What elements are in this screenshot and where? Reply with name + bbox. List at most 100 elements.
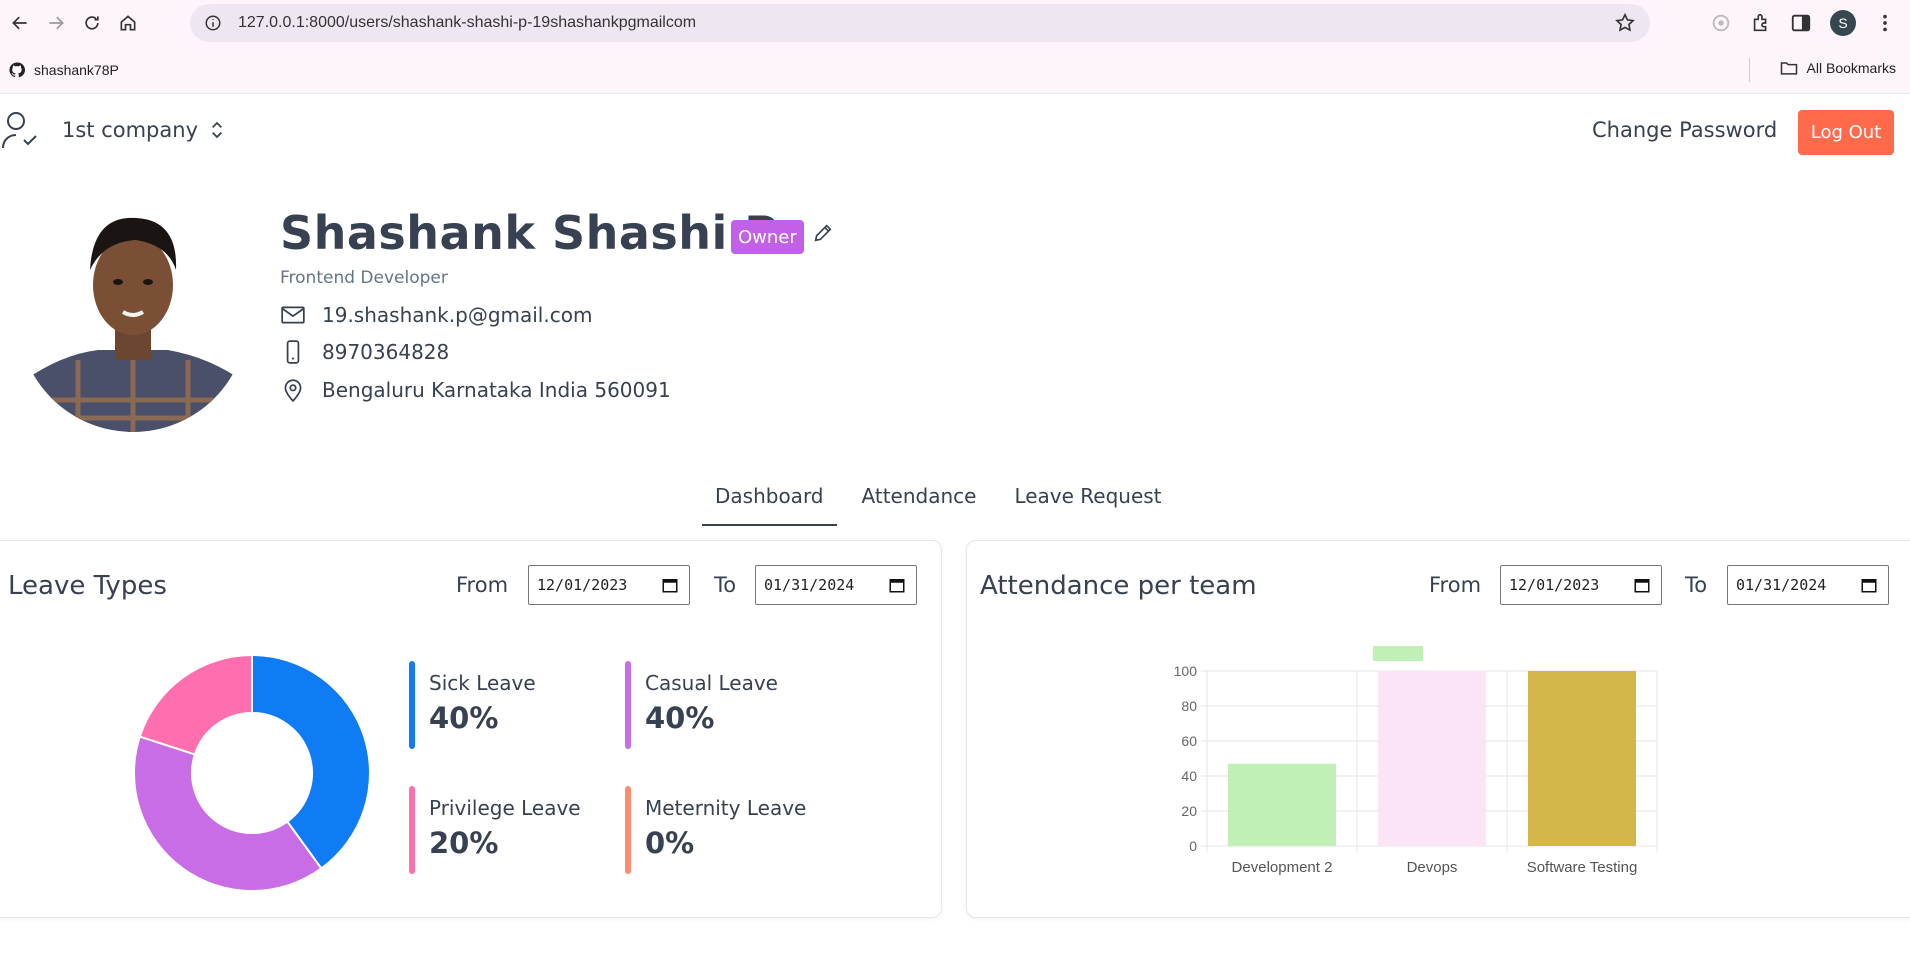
menu-kebab-icon[interactable] xyxy=(1874,12,1896,34)
leave-donut-chart xyxy=(133,653,371,892)
to-date-input[interactable]: 01/31/2024 xyxy=(755,565,917,605)
to-label: To xyxy=(1685,573,1708,597)
donut-slice-casual-leave[interactable] xyxy=(133,735,323,892)
company-selector[interactable]: 1st company xyxy=(62,118,224,142)
legend-item-casual: Casual Leave 40% xyxy=(625,661,825,751)
tab-attendance[interactable]: Attendance xyxy=(849,484,990,526)
calendar-icon[interactable] xyxy=(1633,576,1651,594)
card-title: Leave Types xyxy=(8,571,167,601)
to-date-input[interactable]: 01/31/2024 xyxy=(1727,565,1889,605)
profile-name: Shashank Shashi P xyxy=(280,206,779,260)
phone-text: 8970364828 xyxy=(322,340,450,364)
address-bar[interactable]: 127.0.0.1:8000/users/shashank-shashi-p-1… xyxy=(190,4,1650,42)
folder-icon xyxy=(1780,62,1797,75)
bar-devops[interactable] xyxy=(1378,671,1486,846)
legend-swatch[interactable] xyxy=(1373,646,1423,661)
role-badge: Owner xyxy=(731,220,804,254)
url-text[interactable]: 127.0.0.1:8000/users/shashank-shashi-p-1… xyxy=(238,14,696,32)
side-panel-icon[interactable] xyxy=(1790,12,1812,34)
tab-dashboard[interactable]: Dashboard xyxy=(702,484,837,526)
chrome-actions: S xyxy=(1710,0,1910,46)
card-title: Attendance per team xyxy=(980,571,1257,601)
reload-icon[interactable] xyxy=(78,9,106,37)
location-row: Bengaluru Karnataka India 560091 xyxy=(280,377,671,403)
legend-percent: 40% xyxy=(645,701,715,735)
legend-item-maternity: Meternity Leave 0% xyxy=(625,786,825,876)
bookmark-label: shashank78P xyxy=(34,61,119,78)
avatar xyxy=(18,190,248,432)
donut-slice-privilege-leave[interactable] xyxy=(138,653,253,756)
legend-item-privilege: Privilege Leave 20% xyxy=(409,786,609,876)
location-text: Bengaluru Karnataka India 560091 xyxy=(322,378,671,402)
y-tick-label: 60 xyxy=(1181,733,1197,749)
legend-item-sick: Sick Leave 40% xyxy=(409,661,609,751)
legend-name: Casual Leave xyxy=(645,671,778,695)
legend-percent: 20% xyxy=(429,826,499,860)
phone-icon xyxy=(286,340,300,364)
from-label: From xyxy=(1429,573,1482,597)
x-tick-label: Devops xyxy=(1407,859,1458,876)
legend-percent: 40% xyxy=(429,701,499,735)
attendance-card: Attendance per team From 12/01/2023 To 0… xyxy=(966,540,1910,918)
site-info-icon[interactable] xyxy=(204,14,222,32)
to-date-value: 01/31/2024 xyxy=(764,576,855,594)
from-date-input[interactable]: 12/01/2023 xyxy=(1500,565,1662,605)
all-bookmarks[interactable]: All Bookmarks xyxy=(1779,58,1896,78)
legend-name: Privilege Leave xyxy=(429,796,581,820)
legend-percent: 0% xyxy=(645,826,695,860)
job-title: Frontend Developer xyxy=(280,268,448,288)
attendance-bar-chart: 0 20 40 60 80 100 Development 2 Devops Software … xyxy=(1174,646,1658,876)
pencil-edit-icon[interactable] xyxy=(812,222,834,244)
bookmark-star-icon[interactable] xyxy=(1614,12,1636,34)
from-date-value: 12/01/2023 xyxy=(537,576,628,594)
legend-name: Meternity Leave xyxy=(645,796,807,820)
from-date-value: 12/01/2023 xyxy=(1509,576,1600,594)
extensions-puzzle-icon[interactable] xyxy=(1750,12,1772,34)
logout-button[interactable]: Log Out xyxy=(1798,110,1894,155)
to-label: To xyxy=(714,573,737,597)
calendar-icon[interactable] xyxy=(661,576,679,594)
legend-color-bar xyxy=(409,661,415,749)
company-name: 1st company xyxy=(62,118,198,142)
profile-tabs: Dashboard Attendance Leave Request xyxy=(702,484,1187,528)
phone-row: 8970364828 xyxy=(280,339,449,365)
calendar-icon[interactable] xyxy=(1860,576,1878,594)
y-tick-label: 80 xyxy=(1181,698,1197,714)
extension-circle-icon[interactable] xyxy=(1710,12,1732,34)
calendar-icon[interactable] xyxy=(888,576,906,594)
browser-toolbar: 127.0.0.1:8000/users/shashank-shashi-p-1… xyxy=(0,0,1910,46)
from-date-input[interactable]: 12/01/2023 xyxy=(528,565,690,605)
back-icon[interactable] xyxy=(6,9,34,37)
leave-types-card: Leave Types From 12/01/2023 To 01/31/202… xyxy=(0,540,942,918)
home-icon[interactable] xyxy=(114,9,142,37)
email-row: 19.shashank.p@gmail.com xyxy=(280,302,592,328)
email-text: 19.shashank.p@gmail.com xyxy=(322,303,593,327)
all-bookmarks-label: All Bookmarks xyxy=(1806,60,1896,76)
bar-software-testing[interactable] xyxy=(1528,671,1636,846)
map-pin-icon xyxy=(284,379,302,403)
bar-development-2[interactable] xyxy=(1228,763,1336,846)
x-tick-label: Development 2 xyxy=(1232,859,1333,876)
y-tick-label: 40 xyxy=(1181,768,1197,784)
bookmark-github[interactable]: shashank78P xyxy=(8,61,119,79)
github-icon xyxy=(9,61,25,77)
legend-name: Sick Leave xyxy=(429,671,536,695)
bookmarks-bar: shashank78P All Bookmarks xyxy=(0,46,1910,94)
bookmark-divider xyxy=(1749,58,1750,82)
legend-color-bar xyxy=(409,786,415,874)
user-check-icon xyxy=(2,112,37,149)
mail-icon xyxy=(281,306,305,324)
chevron-up-down-icon xyxy=(212,121,222,139)
avatar-image xyxy=(18,190,248,432)
x-tick-label: Software Testing xyxy=(1527,859,1638,876)
change-password-link[interactable]: Change Password xyxy=(1592,118,1777,142)
y-tick-label: 0 xyxy=(1189,838,1197,854)
legend-color-bar xyxy=(625,661,631,749)
profile-avatar[interactable]: S xyxy=(1830,10,1856,36)
y-tick-label: 100 xyxy=(1174,663,1198,679)
from-label: From xyxy=(456,573,509,597)
legend-color-bar xyxy=(625,786,631,874)
forward-icon[interactable] xyxy=(42,9,70,37)
to-date-value: 01/31/2024 xyxy=(1736,576,1827,594)
tab-leave-request[interactable]: Leave Request xyxy=(1001,484,1174,526)
